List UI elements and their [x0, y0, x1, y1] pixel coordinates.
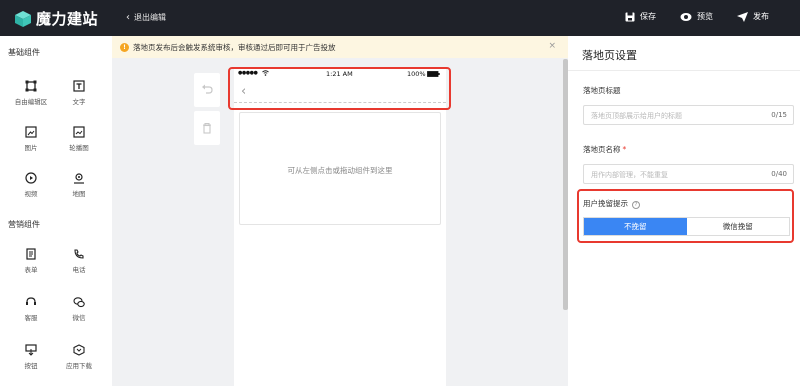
component-label: 地图: [72, 190, 86, 198]
video-icon: [25, 172, 37, 184]
image-icon: [25, 126, 37, 138]
page-name-placeholder: 用作内部管理，不能重复: [591, 171, 668, 179]
wechat-icon: [73, 297, 85, 308]
component-label: 视频: [24, 190, 38, 198]
trash-icon: [203, 122, 211, 134]
component-free-edit[interactable]: 自由编辑区: [8, 80, 54, 106]
page-title-input[interactable]: 落地页顶部展示给用户的标题 0/15: [583, 105, 794, 125]
preview-button[interactable]: 预览: [680, 11, 713, 22]
top-bar: 魔力建站 ‹ 退出编辑 保存 预览 发布: [0, 0, 800, 36]
page-title-label: 落地页标题: [583, 86, 621, 95]
page-title-placeholder: 落地页顶部展示给用户的标题: [591, 112, 682, 120]
component-phone[interactable]: 电话: [56, 248, 102, 274]
publish-button[interactable]: 发布: [737, 11, 769, 22]
undo-button[interactable]: [194, 73, 220, 107]
button-icon: [25, 344, 37, 356]
free-edit-icon: [25, 80, 37, 92]
component-video[interactable]: 视频: [8, 172, 54, 198]
component-label: 图片: [24, 144, 38, 152]
review-notice-bar: ! 落地页发布后会触发系统审核，审核通过后即可用于广告投放 ×: [112, 36, 568, 58]
save-label: 保存: [640, 12, 656, 21]
drop-zone[interactable]: 可从左侧点击或拖动组件到这里: [239, 112, 441, 225]
logo-cube-icon: [15, 10, 31, 27]
component-label: 表单: [24, 266, 38, 274]
warning-icon: !: [120, 42, 129, 52]
basic-components-title: 基础组件: [8, 48, 40, 57]
exit-edit-label: 退出编辑: [134, 13, 166, 22]
component-form[interactable]: 表单: [8, 248, 54, 274]
app-download-icon: [73, 344, 85, 356]
phone-canvas: ●●●●● 1:21 AM 100% ‹ 可从左侧点击或拖动组件到这里: [234, 67, 446, 386]
component-label: 微信: [72, 314, 86, 322]
chevron-left-icon: ‹: [126, 11, 130, 23]
exit-edit-button[interactable]: ‹ 退出编辑: [126, 12, 166, 23]
undo-icon: [202, 84, 213, 94]
component-panel: 基础组件 自由编辑区 文字 图片 轮播图 视频 地图 营销组件 表单 电话 客服…: [0, 36, 112, 386]
marketing-components-title: 营销组件: [8, 220, 40, 229]
send-icon: [737, 11, 748, 22]
component-customer-service[interactable]: 客服: [8, 296, 54, 322]
component-image[interactable]: 图片: [8, 126, 54, 152]
component-text[interactable]: 文字: [56, 80, 102, 106]
save-button[interactable]: 保存: [625, 11, 656, 22]
settings-title: 落地页设置: [582, 49, 637, 62]
component-label: 客服: [24, 314, 38, 322]
save-icon: [625, 12, 635, 21]
header-highlight-box: [228, 67, 451, 110]
form-icon: [26, 248, 36, 260]
carousel-icon: [73, 126, 85, 138]
publish-label: 发布: [753, 12, 769, 21]
close-icon[interactable]: ×: [548, 41, 556, 51]
map-icon: [74, 173, 84, 184]
page-name-count: 0/40: [771, 170, 787, 178]
customer-service-icon: [26, 297, 36, 305]
component-label: 轮播图: [69, 144, 89, 152]
component-map[interactable]: 地图: [56, 172, 102, 198]
logo: 魔力建站: [14, 8, 98, 29]
component-label: 按钮: [24, 362, 38, 370]
divider: [568, 70, 800, 71]
eye-icon: [680, 12, 692, 21]
component-label: 自由编辑区: [14, 98, 48, 106]
page-name-label-row: 落地页名称 *: [583, 144, 626, 155]
component-carousel[interactable]: 轮播图: [56, 126, 102, 152]
logo-text: 魔力建站: [36, 10, 99, 28]
component-button[interactable]: 按钮: [8, 344, 54, 370]
component-label: 应用下载: [66, 362, 92, 370]
page-name-label: 落地页名称: [583, 145, 621, 154]
phone-icon: [74, 249, 84, 259]
component-wechat[interactable]: 微信: [56, 296, 102, 322]
text-icon: [73, 80, 85, 92]
preview-label: 预览: [697, 12, 713, 21]
retain-highlight-box: [577, 189, 794, 243]
component-app-download[interactable]: 应用下载: [56, 344, 102, 370]
drop-hint: 可从左侧点击或拖动组件到这里: [287, 166, 393, 175]
delete-button[interactable]: [194, 111, 220, 145]
page-name-input[interactable]: 用作内部管理，不能重复 0/40: [583, 164, 794, 184]
page-title-count: 0/15: [771, 111, 787, 119]
component-label: 文字: [72, 98, 86, 106]
notice-text: 落地页发布后会触发系统审核，审核通过后即可用于广告投放: [133, 42, 336, 52]
required-mark: *: [622, 145, 627, 154]
component-label: 电话: [72, 266, 86, 274]
